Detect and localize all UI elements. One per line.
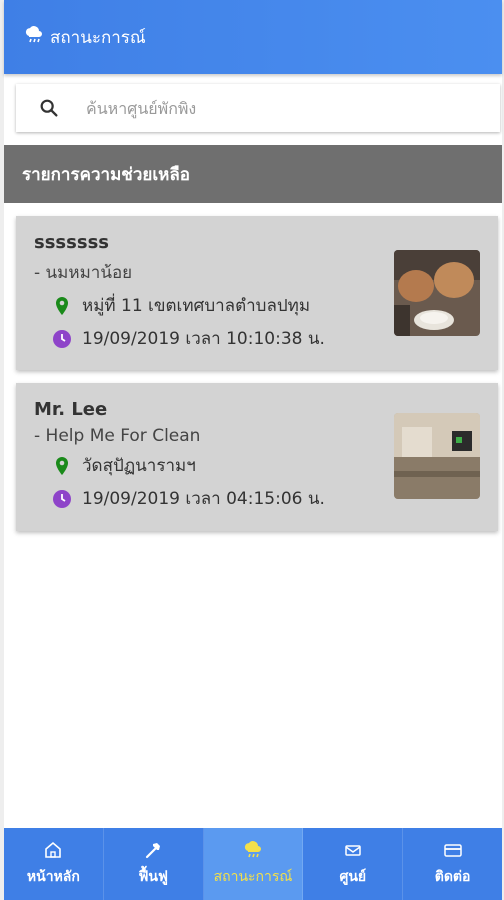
page-title: สถานะการณ์ (50, 27, 146, 48)
weather-icon (24, 25, 44, 50)
datetime-text: 19/09/2019 เวลา 10:10:38 น. (82, 329, 325, 349)
clock-icon (53, 329, 71, 348)
section-header: รายการความช่วยเหลือ (4, 145, 502, 203)
tab-contact[interactable]: ติดต่อ (403, 828, 502, 900)
tab-status[interactable]: สถานะการณ์ (203, 828, 304, 900)
location-pin-icon (56, 456, 68, 475)
top-app-bar: สถานะการณ์ (4, 0, 502, 74)
hammer-icon (146, 843, 161, 859)
request-photo (394, 413, 480, 499)
location-text: วัดสุปัฏนารามฯ (82, 456, 196, 476)
help-request-card[interactable]: sssssss - นมหมาน้อย หมู่ที่ 11 เขตเทศบาล… (16, 216, 498, 370)
bottom-navigation: หน้าหลัก ฟื้นฟู สถานะการณ์ ศูนย์ ติดต่อ (4, 828, 502, 900)
search-icon (40, 99, 58, 117)
tab-label: หน้าหลัก (26, 869, 80, 885)
section-title: รายการความช่วยเหลือ (22, 164, 190, 185)
home-icon (45, 841, 62, 858)
tab-label: ฟื้นฟู (138, 869, 168, 885)
help-request-card[interactable]: Mr. Lee - Help Me For Clean วัดสุปัฏนารา… (16, 383, 498, 531)
search-bar[interactable] (16, 84, 500, 132)
location-pin-icon (56, 296, 68, 315)
tab-label: สถานะการณ์ (213, 869, 293, 885)
tab-recovery[interactable]: ฟื้นฟู (104, 828, 204, 900)
tab-label: ติดต่อ (434, 869, 471, 885)
tab-center[interactable]: ศูนย์ (303, 828, 404, 900)
location-text: หมู่ที่ 11 เขตเทศบาลตำบลปทุม (82, 296, 311, 316)
tab-label: ศูนย์ (339, 869, 367, 885)
clock-icon (53, 489, 71, 508)
card-icon (443, 844, 462, 857)
tab-home[interactable]: หน้าหลัก (4, 828, 104, 900)
mail-icon (345, 845, 361, 856)
search-input[interactable] (84, 97, 468, 119)
app-screen: สถานะการณ์ รายการความช่วยเหลือ sssssss -… (0, 0, 504, 900)
weather-icon (244, 841, 261, 858)
datetime-text: 19/09/2019 เวลา 04:15:06 น. (82, 489, 325, 509)
request-photo (394, 250, 480, 336)
